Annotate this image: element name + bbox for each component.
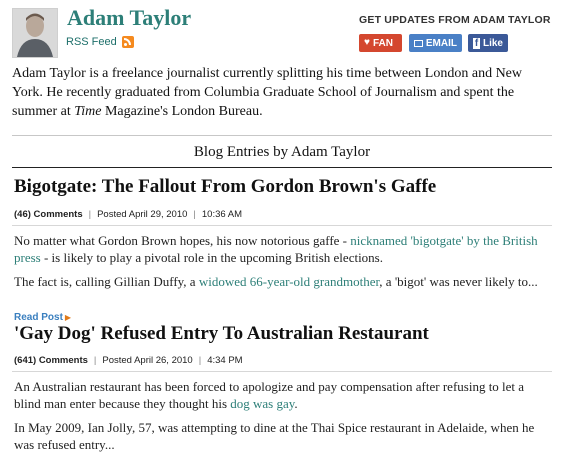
excerpt-text: The fact is, calling Gillian Duffy, a	[14, 274, 199, 289]
author-avatar	[12, 8, 58, 58]
facebook-icon: f	[473, 37, 480, 49]
author-photo-icon	[13, 9, 57, 57]
meta-divider	[12, 225, 552, 226]
rss-feed-link[interactable]: RSS Feed	[66, 36, 117, 48]
comments-link[interactable]: (641) Comments	[14, 355, 88, 366]
triangle-right-icon: ▶	[64, 313, 72, 322]
author-bio: Adam Taylor is a freelance journalist cu…	[12, 64, 552, 121]
fan-button[interactable]: ♥ FAN	[359, 34, 402, 52]
fan-label: FAN	[372, 37, 393, 49]
read-post-label: Read Post	[14, 312, 63, 323]
post-time: 10:36 AM	[201, 209, 243, 220]
bio-text-italic: Time	[74, 104, 102, 119]
section-title: Blog Entries by Adam Taylor	[193, 144, 371, 160]
meta-divider	[12, 371, 552, 372]
post-date: Posted April 26, 2010	[102, 355, 193, 366]
heart-icon: ♥	[364, 37, 370, 48]
post-excerpt: An Australian restaurant has been forced…	[14, 378, 549, 412]
comments-link[interactable]: (46) Comments	[14, 209, 83, 220]
like-label: Like	[482, 37, 503, 49]
author-name[interactable]: Adam Taylor	[67, 5, 191, 31]
excerpt-text: , a 'bigot' was never likely to...	[379, 274, 538, 289]
post-time: 4:34 PM	[207, 355, 243, 366]
post-excerpt: In May 2009, Ian Jolly, 57, was attempti…	[14, 420, 535, 452]
like-button[interactable]: f Like	[468, 34, 508, 52]
post-meta: (46) Comments | Posted April 29, 2010 | 10:3…	[14, 209, 243, 220]
read-post-link[interactable]: Read Post ▶	[14, 312, 71, 323]
post-date: Posted April 29, 2010	[97, 209, 188, 220]
post-excerpt: No matter what Gordon Brown hopes, his n…	[14, 232, 549, 266]
excerpt-link[interactable]: dog was gay	[230, 396, 294, 411]
section-divider	[12, 167, 552, 168]
updates-heading: GET UPDATES FROM ADAM TAYLOR	[359, 14, 551, 26]
post-title[interactable]: Bigotgate: The Fallout From Gordon Brown…	[14, 176, 436, 198]
excerpt-text: No matter what Gordon Brown hopes, his n…	[14, 233, 351, 248]
envelope-icon	[414, 39, 423, 47]
excerpt-link[interactable]: widowed 66-year-old grandmother	[199, 274, 379, 289]
post-title[interactable]: 'Gay Dog' Refused Entry To Australian Re…	[14, 323, 429, 345]
divider	[12, 135, 552, 136]
excerpt-text: - is likely to play a pivotal role in th…	[40, 250, 383, 265]
email-button[interactable]: EMAIL	[409, 34, 462, 52]
rss-icon[interactable]	[122, 36, 134, 48]
excerpt-text: .	[294, 396, 298, 411]
email-label: EMAIL	[425, 37, 457, 49]
bio-text-end: Magazine's London Bureau.	[101, 104, 263, 119]
post-excerpt: The fact is, calling Gillian Duffy, a wi…	[14, 273, 549, 290]
post-meta: (641) Comments | Posted April 26, 2010 | 4:3…	[14, 355, 243, 366]
